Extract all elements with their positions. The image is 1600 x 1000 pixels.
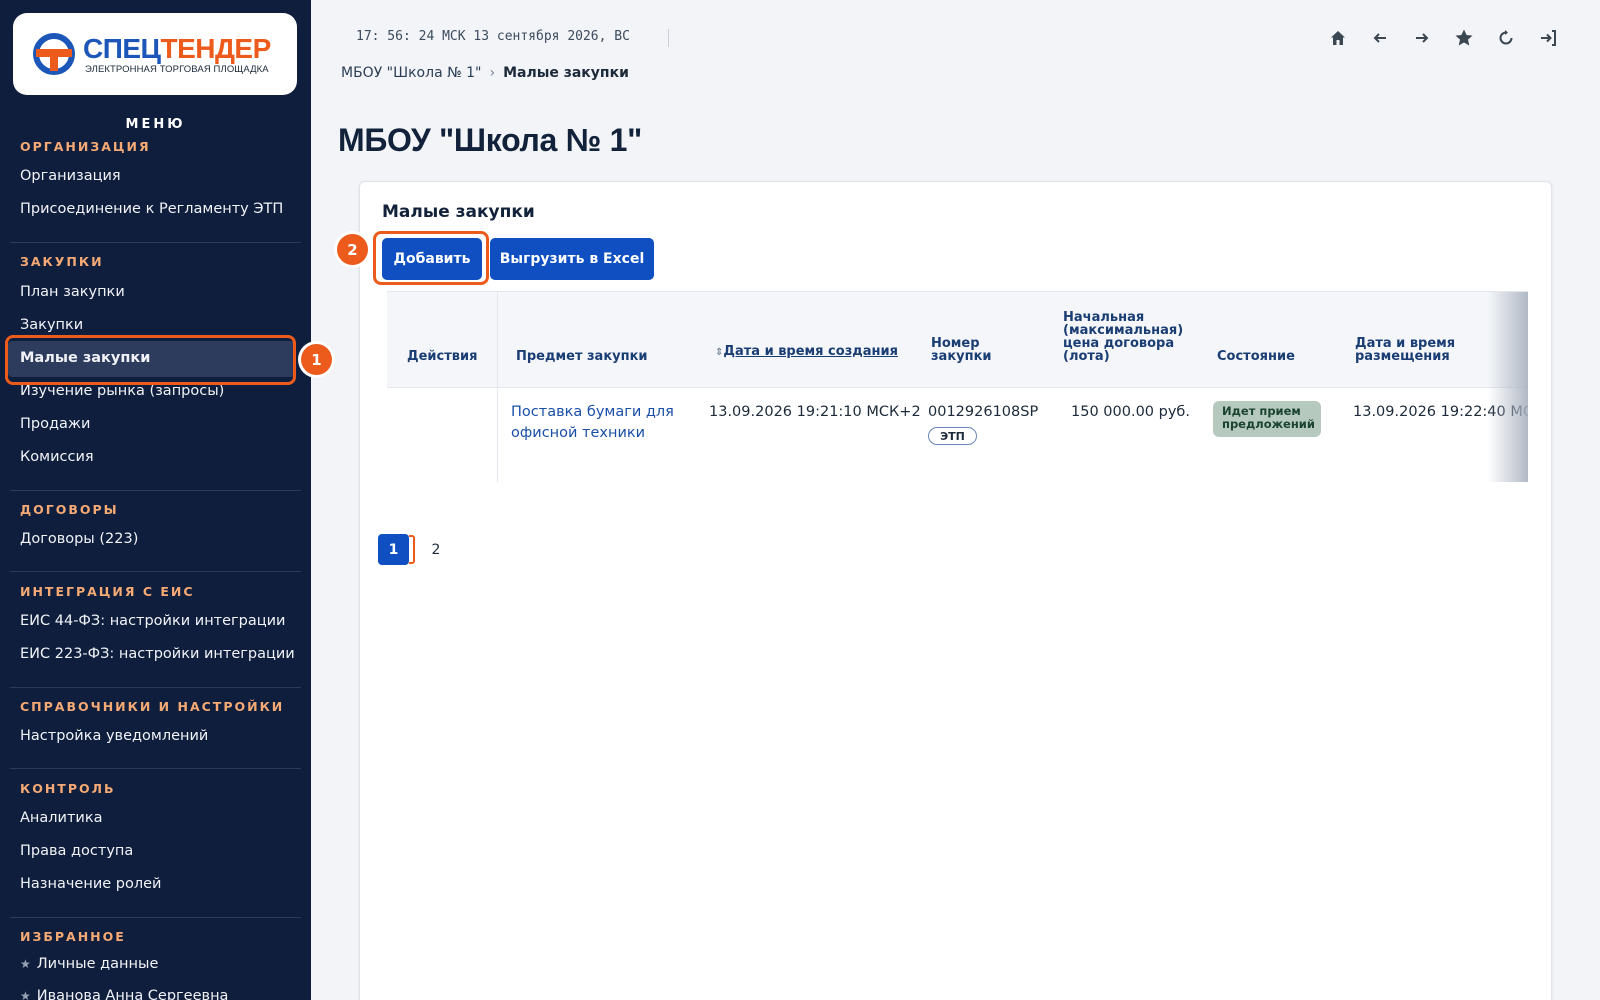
section-purchases: ЗАКУПКИ (20, 254, 104, 269)
sidebar-item-eis-223[interactable]: ЕИС 223-ФЗ: настройки интеграции (20, 646, 295, 662)
highlight-frame-small-purchases (5, 335, 296, 385)
section-eis-integration: ИНТЕГРАЦИЯ С ЕИС (20, 584, 195, 599)
sidebar-item-role-assignment[interactable]: Назначение ролей (20, 876, 161, 892)
divider (668, 29, 669, 47)
sidebar-item-user-name[interactable]: ★ Иванова Анна Сергеевна (20, 988, 228, 1000)
pagination-page-1[interactable]: 1 (378, 534, 409, 565)
back-arrow-icon[interactable] (1368, 26, 1392, 50)
divider (10, 917, 301, 918)
purchases-table: Действия Предмет закупки ⇕Дата и время с… (387, 291, 1528, 482)
export-excel-button[interactable]: Выгрузить в Excel (490, 238, 654, 280)
row-number: 0012926108SP (928, 404, 1039, 420)
sidebar: СПЕЦТЕНДЕР ЭЛЕКТРОННАЯ ТОРГОВАЯ ПЛОЩАДКА… (0, 0, 311, 1000)
highlight-bracket (409, 535, 415, 564)
sidebar-item-contracts[interactable]: Договоры (223) (20, 531, 138, 547)
column-divider (497, 292, 498, 482)
small-purchases-card: Малые закупки Добавить Выгрузить в Excel… (359, 181, 1552, 1000)
section-contracts: ДОГОВОРЫ (20, 502, 119, 517)
section-references-settings: СПРАВОЧНИКИ И НАСТРОЙКИ (20, 699, 285, 714)
card-title: Малые закупки (382, 202, 535, 222)
logo-mark-icon (33, 33, 75, 75)
status-badge: Идет прием предложений (1213, 401, 1321, 437)
star-icon: ★ (20, 989, 31, 1000)
divider (10, 490, 301, 491)
divider (10, 242, 301, 243)
sidebar-item-eis-44[interactable]: ЕИС 44-ФЗ: настройки интеграции (20, 613, 285, 629)
th-number: Номер закупки (931, 336, 992, 364)
sidebar-item-commission[interactable]: Комиссия (20, 449, 94, 465)
section-favorites: ИЗБРАННОЕ (20, 929, 126, 944)
table-header: Действия Предмет закупки ⇕Дата и время с… (387, 292, 1528, 388)
main-content: 17: 56: 24 МСК 13 сентября 2026, ВС МБОУ… (311, 0, 1600, 1000)
sidebar-item-organization[interactable]: Организация (20, 168, 121, 184)
logo-subtitle: ЭЛЕКТРОННАЯ ТОРГОВАЯ ПЛОЩАДКА (85, 64, 269, 75)
refresh-icon[interactable] (1494, 26, 1518, 50)
section-organization: ОРГАНИЗАЦИЯ (20, 139, 151, 154)
row-price: 150 000.00 руб. (1071, 404, 1190, 420)
sidebar-item-analytics[interactable]: Аналитика (20, 810, 103, 826)
sidebar-item-purchase-plan[interactable]: План закупки (20, 284, 125, 300)
th-created-sort[interactable]: ⇕Дата и время создания (715, 345, 898, 359)
logout-icon[interactable] (1536, 26, 1560, 50)
home-icon[interactable] (1326, 26, 1350, 50)
divider (10, 571, 301, 572)
sidebar-item-personal-data[interactable]: ★ Личные данные (20, 956, 158, 972)
th-subject: Предмет закупки (516, 349, 648, 364)
page-title: МБОУ "Школа № 1" (338, 122, 642, 158)
star-icon: ★ (20, 957, 31, 971)
row-subject-link[interactable]: Поставка бумаги для офисной техники (511, 402, 681, 444)
logo-name: СПЕЦТЕНДЕР (83, 33, 271, 64)
th-price: Начальная (максимальная) цена договора (… (1063, 310, 1184, 364)
sidebar-item-sales[interactable]: Продажи (20, 416, 90, 432)
menu-title: МЕНЮ (125, 117, 186, 132)
step-marker-2: 2 (337, 234, 368, 265)
sidebar-item-access-rights[interactable]: Права доступа (20, 843, 133, 859)
etp-badge: ЭТП (928, 427, 977, 445)
th-state: Состояние (1217, 349, 1295, 364)
th-published: Дата и время размещения (1355, 336, 1456, 364)
section-control: КОНТРОЛЬ (20, 781, 116, 796)
sidebar-item-purchases[interactable]: Закупки (20, 317, 83, 333)
sidebar-item-regulation[interactable]: Присоединение к Регламенту ЭТП (20, 201, 283, 217)
divider (10, 687, 301, 688)
breadcrumb-current: Малые закупки (503, 65, 629, 81)
breadcrumb-separator: › (489, 65, 496, 81)
toolbar (1326, 26, 1560, 50)
star-icon[interactable] (1452, 26, 1476, 50)
sidebar-item-notifications[interactable]: Настройка уведомлений (20, 728, 208, 744)
scroll-fade (1488, 292, 1528, 482)
divider (10, 768, 301, 769)
breadcrumb: МБОУ "Школа № 1" › Малые закупки (341, 65, 629, 81)
forward-arrow-icon[interactable] (1410, 26, 1434, 50)
sidebar-item-market-research[interactable]: Изучение рынка (запросы) (20, 383, 224, 399)
highlight-frame-add-button (373, 231, 489, 285)
row-created: 13.09.2026 19:21:10 МСК+2 (709, 404, 921, 420)
pagination-page-2[interactable]: 2 (426, 534, 446, 565)
logo[interactable]: СПЕЦТЕНДЕР ЭЛЕКТРОННАЯ ТОРГОВАЯ ПЛОЩАДКА (13, 13, 297, 95)
th-actions: Действия (407, 349, 478, 364)
breadcrumb-parent-link[interactable]: МБОУ "Школа № 1" (341, 65, 481, 81)
clock: 17: 56: 24 МСК 13 сентября 2026, ВС (356, 29, 630, 44)
